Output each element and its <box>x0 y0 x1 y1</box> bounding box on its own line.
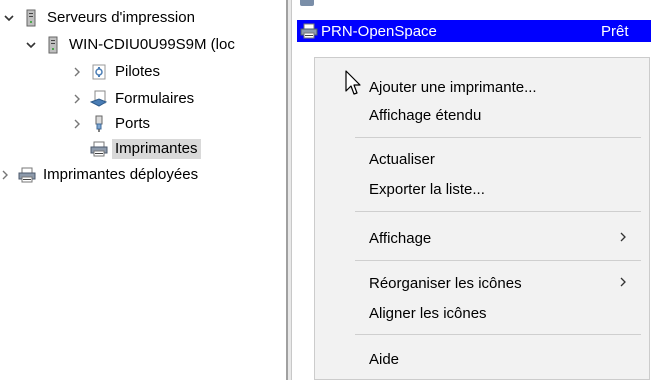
tree-item-label: Imprimantes déployées <box>43 166 199 183</box>
partial-row-icon <box>300 0 314 6</box>
server-icon <box>44 36 62 54</box>
server-icon <box>22 9 40 27</box>
tree-item-label: Pilotes <box>115 63 161 80</box>
chevron-right-icon[interactable] <box>70 118 84 130</box>
tree-item-imprimantes[interactable]: Imprimantes <box>84 138 201 160</box>
menu-item-label: Ajouter une imprimante... <box>369 78 537 96</box>
menu-item-label: Réorganiser les icônes <box>369 274 522 292</box>
printer-icon <box>299 22 319 40</box>
printer-name: PRN-OpenSpace <box>321 22 437 40</box>
menu-item-reorganiser-icones[interactable]: Réorganiser les icônes <box>315 268 649 298</box>
tree-item-label: Serveurs d'impression <box>47 9 195 26</box>
tree-item-ports[interactable]: Ports <box>70 113 153 135</box>
menu-item-affichage-etendu[interactable]: Affichage étendu <box>315 100 649 130</box>
printer-row-selected[interactable]: PRN-OpenSpace Prêt <box>297 20 651 42</box>
submenu-arrow-icon <box>619 231 627 246</box>
console-tree: Serveurs d'impression WIN-CDIU0U99S9M (l… <box>0 0 286 380</box>
mouse-cursor-icon <box>345 70 361 95</box>
menu-item-label: Aligner les icônes <box>369 304 487 322</box>
chevron-down-icon[interactable] <box>2 12 16 24</box>
printer-icon <box>18 166 36 184</box>
context-menu: Ajouter une imprimante... Affichage éten… <box>314 57 650 380</box>
chevron-down-icon[interactable] <box>24 39 38 51</box>
menu-separator <box>355 260 641 261</box>
menu-item-label: Actualiser <box>369 150 435 168</box>
menu-item-aide[interactable]: Aide <box>315 344 649 374</box>
tree-item-imprimantes-deployees[interactable]: Imprimantes déployées <box>0 164 201 186</box>
printer-status: Prêt <box>601 22 629 40</box>
menu-item-label: Exporter la liste... <box>369 180 485 198</box>
forms-icon <box>90 90 108 108</box>
printer-icon <box>90 140 108 158</box>
chevron-right-icon[interactable] <box>70 93 84 105</box>
submenu-arrow-icon <box>619 276 627 291</box>
tree-item-pilotes[interactable]: Pilotes <box>70 61 163 83</box>
menu-separator <box>355 137 641 138</box>
tree-item-label: WIN-CDIU0U99S9M (loc <box>69 36 235 53</box>
menu-item-exporter-liste[interactable]: Exporter la liste... <box>315 174 649 204</box>
menu-item-affichage[interactable]: Affichage <box>315 223 649 253</box>
tree-item-label: Imprimantes <box>112 139 201 159</box>
menu-item-label: Affichage <box>369 229 432 247</box>
tree-item-server[interactable]: WIN-CDIU0U99S9M (loc <box>24 34 238 56</box>
menu-item-aligner-icones[interactable]: Aligner les icônes <box>315 298 649 328</box>
menu-item-ajouter-imprimante[interactable]: Ajouter une imprimante... <box>315 72 649 102</box>
tree-item-label: Formulaires <box>115 90 195 107</box>
menu-separator <box>355 211 641 212</box>
tree-item-label: Ports <box>115 115 151 132</box>
menu-item-label: Aide <box>369 350 400 368</box>
menu-item-actualiser[interactable]: Actualiser <box>315 144 649 174</box>
chevron-right-icon[interactable] <box>0 169 12 181</box>
port-icon <box>90 115 108 133</box>
menu-separator <box>355 334 641 335</box>
chevron-right-icon[interactable] <box>70 66 84 78</box>
drivers-icon <box>90 63 108 81</box>
tree-item-serveurs-impression[interactable]: Serveurs d'impression <box>2 7 198 29</box>
menu-item-label: Affichage étendu <box>369 106 482 124</box>
tree-item-formulaires[interactable]: Formulaires <box>70 88 197 110</box>
